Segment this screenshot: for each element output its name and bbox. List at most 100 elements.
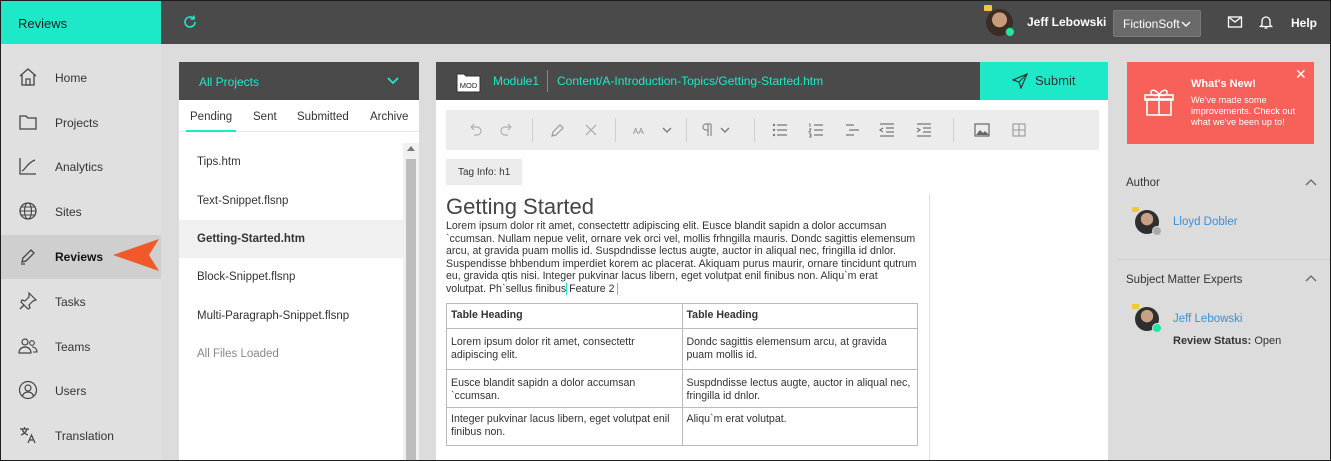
send-icon [1012,73,1028,89]
table-heading[interactable]: Table Heading [681,303,918,329]
file-status-tabs: Pending Sent Submitted Archive [179,100,419,132]
sidebar-item-sites[interactable]: Sites [1,190,161,234]
clear-format-icon[interactable] [582,121,600,139]
callout-arrow-pointer [113,239,159,271]
offline-status-dot [1152,226,1162,236]
chevron-down-icon[interactable] [716,121,734,139]
sidebar-item-label: Analytics [55,160,104,174]
bell-icon[interactable] [1258,14,1274,30]
numbered-list-icon[interactable] [807,121,825,139]
globe-icon [19,202,37,220]
app-title[interactable]: Reviews [1,1,161,44]
bulleted-list-icon[interactable] [771,121,789,139]
company-label: FictionSoft [1123,17,1180,31]
tab-sent[interactable]: Sent [253,111,277,123]
chevron-down-icon[interactable] [658,121,676,139]
sidebar-item-label: Teams [55,340,91,354]
editor-toolbar: AA [446,110,1099,150]
module-name[interactable]: Module1 [493,74,539,88]
align-icon[interactable] [843,121,861,139]
sidebar-item-label: Tasks [55,295,86,309]
sidebar-item-teams[interactable]: Teams [1,325,161,369]
files-loaded-status: All Files Loaded [197,348,279,360]
avatar[interactable] [1132,207,1162,236]
table-cell[interactable]: Eusce blandit sapidn a dolor accumsan `c… [446,369,683,408]
app-frame: Reviews Jeff Lebowski FictionSoft Help H… [0,0,1331,461]
scroll-up-arrow-icon[interactable] [407,146,415,151]
outdent-icon[interactable] [878,121,896,139]
tab-submitted[interactable]: Submitted [297,111,349,123]
indent-icon[interactable] [915,121,933,139]
table-cell[interactable]: Lorem ipsum dolor rit amet, consectettr … [446,328,683,370]
undo-icon[interactable] [466,121,484,139]
tab-pending[interactable]: Pending [185,111,237,132]
submit-button[interactable]: Submit [980,62,1108,100]
file-list-item[interactable]: Tips.htm [179,143,403,181]
project-filter-dropdown[interactable]: All Projects [179,62,419,100]
table-cell[interactable]: Suspdndisse lectus augte, auctor in aliq… [681,369,918,408]
chevron-up-icon[interactable] [1305,178,1317,186]
tag-info-badge: Tag Info: h1 [446,159,522,185]
sidebar-item-translation[interactable]: Translation [1,414,161,458]
document-heading[interactable]: Getting Started [446,194,929,220]
sidebar-item-label: Reviews [55,250,104,264]
module-file-icon: MOD [456,73,481,93]
file-list-item[interactable]: Text-Snippet.flsnp [179,182,403,220]
paragraph-icon[interactable] [698,121,716,139]
toolbar-divider [754,118,755,142]
mail-icon[interactable] [1227,14,1243,30]
sme-name[interactable]: Jeff Lebowski [1173,313,1242,325]
document-paragraph[interactable]: Lorem ipsum dolor rit amet, consectettr … [446,220,920,296]
close-icon[interactable]: ✕ [1295,66,1307,83]
file-list-item[interactable]: Block-Snippet.flsnp [179,258,403,296]
user-name[interactable]: Jeff Lebowski [1027,15,1106,29]
company-dropdown[interactable]: FictionSoft [1113,10,1201,37]
user-avatar[interactable] [984,5,1015,37]
sidebar-item-home[interactable]: Home [1,56,161,100]
table-cell[interactable]: Aliqu`m erat volutpat. [681,407,918,446]
table-cell[interactable]: Integer pukvinar lacus libern, eget volu… [446,407,683,446]
table-cell[interactable]: Dondc sagittis elemensum arcu, at gravid… [681,328,918,370]
avatar[interactable] [1132,304,1162,333]
review-status: Review Status: Open [1173,335,1281,347]
module-badge-text: MOD [460,81,478,90]
chevron-up-icon[interactable] [1305,274,1317,282]
sidebar-item-projects[interactable]: Projects [1,101,161,145]
review-status-label: Review Status: [1173,335,1252,347]
header-divider [547,70,548,92]
sidebar-item-label: Translation [55,429,114,443]
file-list-item-selected[interactable]: Getting-Started.htm [179,220,403,258]
review-file-panel: All Projects Pending Sent Submitted Arch… [179,62,419,460]
help-link[interactable]: Help [1291,16,1317,30]
feature-tag[interactable]: Feature 2 [566,282,618,295]
sidebar-item-label: Users [55,384,87,398]
table-heading[interactable]: Table Heading [446,303,683,329]
table-row: Integer pukvinar lacus libern, eget volu… [446,407,918,446]
author-name[interactable]: Lloyd Dobler [1173,216,1238,228]
insert-table-icon[interactable] [1010,121,1028,139]
whats-new-banner[interactable]: What's New! We've made some improvements… [1127,62,1314,144]
chevron-down-icon [1181,21,1191,27]
tab-archive[interactable]: Archive [370,111,408,123]
refresh-icon[interactable] [181,13,199,31]
team-icon [18,338,38,354]
user-icon [18,380,38,400]
pen-icon [21,249,35,265]
insert-image-icon[interactable] [973,121,991,139]
folder-icon [19,115,37,130]
editor-header: MOD Module1 Content/A-Introduction-Topic… [436,62,1108,100]
file-path[interactable]: Content/A-Introduction-Topics/Getting-St… [557,74,823,88]
document-table[interactable]: Table Heading Table Heading Lorem ipsum … [446,303,918,446]
highlight-pen-icon[interactable] [549,121,567,139]
document-content[interactable]: Getting Started Lorem ipsum dolor rit am… [446,194,930,460]
sidebar-item-users[interactable]: Users [1,369,161,413]
file-list-item[interactable]: Multi-Paragraph-Snippet.flsnp [179,297,403,335]
toolbar-divider [953,118,954,142]
redo-icon[interactable] [498,121,516,139]
font-size-icon[interactable]: AA [632,121,650,139]
chart-icon [19,158,36,175]
scrollbar-thumb[interactable] [406,159,416,460]
sidebar-item-analytics[interactable]: Analytics [1,145,161,189]
sidebar-item-tasks[interactable]: Tasks [1,280,161,324]
toolbar-divider [532,118,533,142]
